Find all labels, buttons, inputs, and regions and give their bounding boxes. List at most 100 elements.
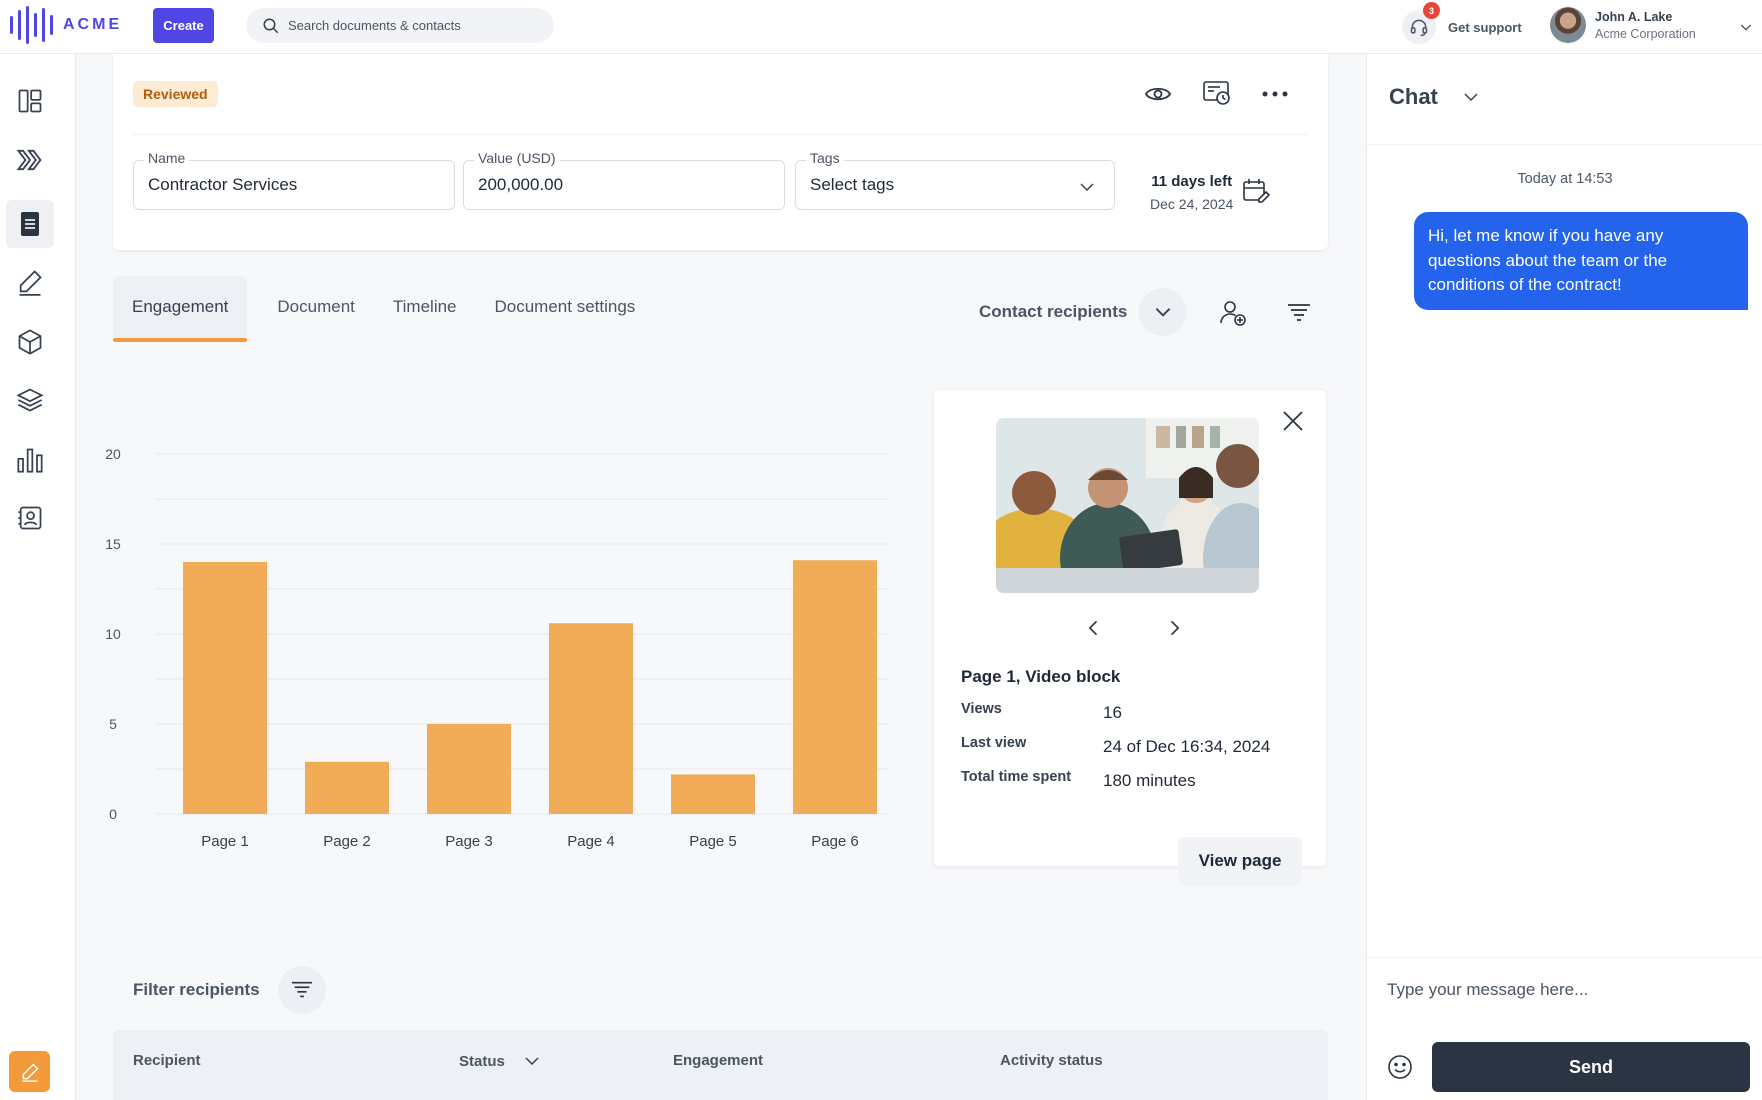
x-tick-label: Page 2: [323, 833, 371, 850]
chevron-down-icon[interactable]: [1078, 178, 1096, 196]
tags-label: Tags: [806, 150, 844, 166]
detail-key: Last view: [961, 735, 1027, 751]
bar: [427, 724, 511, 814]
tab-timeline[interactable]: Timeline: [374, 276, 476, 338]
user-menu[interactable]: John A. Lake Acme Corporation: [1550, 7, 1752, 43]
headset-icon[interactable]: 3: [1402, 2, 1440, 44]
nav-dashboard[interactable]: [6, 77, 54, 125]
search-input[interactable]: [288, 18, 538, 33]
pencil-icon: [22, 1062, 39, 1082]
acme-logo[interactable]: ACME: [10, 6, 122, 44]
detail-key: Total time spent: [961, 769, 1072, 785]
chevron-down-icon[interactable]: [1462, 88, 1480, 106]
detail-row-time-spent: Total time spent 180 minutes: [961, 769, 1196, 791]
x-tick-label: Page 5: [689, 833, 737, 850]
name-label: Name: [144, 150, 190, 166]
left-nav: [0, 54, 76, 1100]
chevron-right-icon[interactable]: [1164, 618, 1184, 638]
nav-workflows[interactable]: [6, 136, 54, 184]
nav-templates[interactable]: [6, 376, 54, 424]
chat-message-input[interactable]: [1387, 970, 1737, 1010]
search-bar[interactable]: [246, 8, 554, 43]
video-thumbnail[interactable]: [996, 418, 1259, 593]
y-tick-label: 15: [105, 536, 121, 552]
x-tick-label: Page 3: [445, 833, 493, 850]
nav-products[interactable]: [6, 318, 54, 366]
user-name: John A. Lake: [1595, 9, 1673, 24]
contact-recipients-toggle[interactable]: [1139, 288, 1188, 336]
nav-documents[interactable]: [6, 200, 54, 248]
name-value[interactable]: Contractor Services: [148, 175, 297, 195]
eye-icon[interactable]: [1144, 84, 1172, 104]
quick-edit-button[interactable]: [9, 1051, 50, 1092]
column-recipient[interactable]: Recipient: [133, 1052, 201, 1069]
chevron-down-icon[interactable]: [523, 1052, 541, 1070]
dashboard-icon: [18, 89, 42, 113]
chat-header[interactable]: Chat: [1389, 84, 1480, 110]
get-support[interactable]: 3 Get support: [1402, 2, 1522, 44]
card-divider: [133, 134, 1308, 135]
bar: [305, 761, 389, 814]
top-bar: ACME Create 3 Get support John A. Lake A…: [0, 0, 1762, 54]
column-engagement[interactable]: Engagement: [673, 1052, 763, 1069]
calendar-edit-icon[interactable]: [1242, 178, 1272, 206]
history-icon[interactable]: [1202, 80, 1232, 108]
y-tick-label: 0: [109, 806, 117, 822]
view-page-button[interactable]: View page: [1178, 837, 1302, 885]
days-left: 11 days left: [1151, 173, 1233, 190]
meeting-photo: [996, 418, 1259, 593]
contact-recipients-label[interactable]: Contact recipients: [979, 302, 1127, 322]
chat-title: Chat: [1389, 84, 1438, 109]
nav-contacts[interactable]: [6, 494, 54, 542]
chevron-left-icon[interactable]: [1084, 618, 1104, 638]
card-actions: [1144, 80, 1288, 108]
column-activity-status[interactable]: Activity status: [1000, 1052, 1103, 1069]
status-badge: Reviewed: [133, 81, 218, 107]
add-user-icon[interactable]: [1219, 299, 1247, 327]
more-icon[interactable]: [1262, 90, 1288, 98]
nav-analytics[interactable]: [6, 436, 54, 484]
create-button[interactable]: Create: [153, 8, 214, 43]
main-content: Reviewed Name Contractor Services Value …: [76, 54, 1366, 1100]
detail-value: 16: [1103, 703, 1122, 722]
tab-engagement[interactable]: Engagement: [113, 276, 248, 342]
bar-chart: 0 5 10 15 20 Page 1 Page 2 Page 3 Page 4 Page 5 Pa…: [105, 446, 888, 850]
column-status[interactable]: Status: [459, 1052, 541, 1070]
filter-recipients-label: Filter recipients: [133, 980, 260, 999]
filter-icon[interactable]: [1286, 299, 1312, 325]
search-icon: [263, 18, 279, 33]
send-button[interactable]: Send: [1432, 1042, 1750, 1092]
nav-sign[interactable]: [6, 258, 54, 306]
tab-document-settings[interactable]: Document settings: [476, 276, 655, 338]
tab-document[interactable]: Document: [258, 276, 373, 338]
bar: [671, 774, 755, 814]
logo-mark-icon: [10, 6, 53, 44]
page-detail-card: Page 1, Video block Views 16 Last view 2…: [933, 389, 1327, 885]
bar-chart-icon: [17, 448, 43, 473]
value-value[interactable]: 200,000.00: [478, 175, 563, 195]
tags-select[interactable]: Tags Select tags: [795, 150, 1115, 210]
double-chevron-icon: [16, 149, 42, 171]
contact-recipients[interactable]: Contact recipients: [979, 288, 1188, 336]
document-header-card: Reviewed Name Contractor Services Value …: [113, 54, 1328, 250]
chevron-down-icon: [1155, 308, 1171, 317]
bar: [183, 562, 267, 814]
chevron-down-icon[interactable]: [1738, 19, 1754, 35]
support-label[interactable]: Get support: [1448, 20, 1522, 35]
tags-value[interactable]: Select tags: [810, 175, 894, 195]
value-label: Value (USD): [474, 150, 560, 166]
y-tick-label: 20: [105, 446, 121, 462]
value-field[interactable]: Value (USD) 200,000.00: [463, 150, 785, 210]
close-icon[interactable]: [1282, 410, 1304, 432]
deadline-date: Dec 24, 2024: [1150, 196, 1234, 212]
name-field[interactable]: Name Contractor Services: [133, 150, 455, 210]
x-tick-label: Page 1: [201, 833, 249, 850]
filter-recipients-button[interactable]: [277, 966, 326, 1014]
chat-message: Hi, let me know if you have any question…: [1414, 212, 1748, 310]
bar: [793, 560, 877, 814]
chat-divider: [1367, 144, 1762, 145]
emoji-icon[interactable]: [1387, 1054, 1413, 1080]
recipients-table-header: Recipient Status Engagement Activity sta…: [113, 1030, 1328, 1100]
avatar[interactable]: [1550, 7, 1586, 43]
column-status-label: Status: [459, 1052, 505, 1070]
